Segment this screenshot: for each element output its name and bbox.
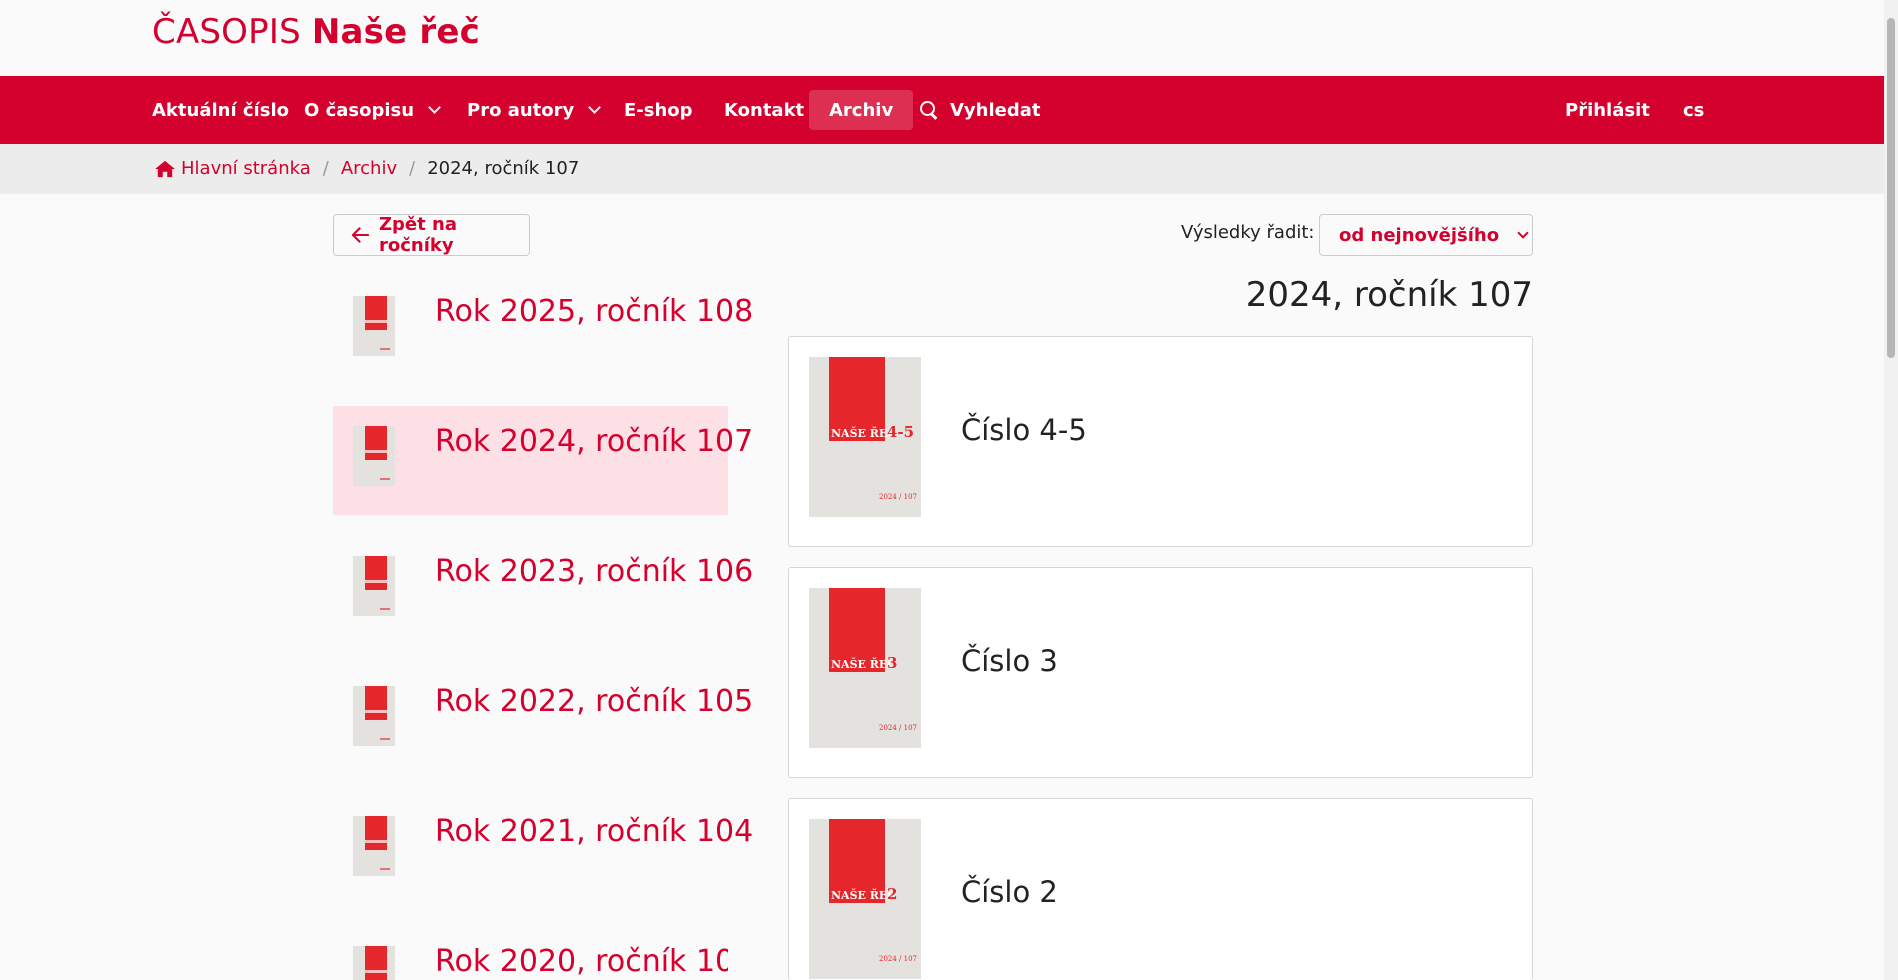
breadcrumb-separator: / <box>409 158 416 179</box>
nav-contact[interactable]: Kontakt <box>724 90 804 130</box>
breadcrumb-separator: / <box>322 158 329 179</box>
page-scrollbar[interactable] <box>1884 0 1898 980</box>
issue-cover-image: NAŠE ŘEČ 3 2024 / 107 <box>809 588 921 748</box>
cover-year: 2024 / 107 <box>879 493 917 501</box>
nav-label: Pro autory <box>467 99 575 121</box>
nav-search[interactable]: Vyhledat <box>920 90 1041 130</box>
brand-bar: ČASOPIS Naše řeč <box>0 0 1898 76</box>
issue-card[interactable]: NAŠE ŘEČ 3 2024 / 107 Číslo 3 <box>788 567 1533 778</box>
volume-label: Rok 2022, ročník 105 <box>435 684 754 719</box>
breadcrumb-current: 2024, ročník 107 <box>427 158 580 179</box>
chevron-down-icon <box>1517 226 1529 239</box>
volume-label: Rok 2025, ročník 108 <box>435 294 754 329</box>
language-label: cs <box>1683 99 1705 121</box>
login-label: Přihlásit <box>1565 99 1650 121</box>
nav-label: O časopisu <box>304 99 415 121</box>
breadcrumb-archive[interactable]: Archiv <box>341 158 397 179</box>
nav-eshop[interactable]: E-shop <box>624 90 693 130</box>
chevron-down-icon <box>428 101 441 114</box>
language-switcher[interactable]: cs <box>1683 90 1704 130</box>
volume-label: Rok 2024, ročník 107 <box>435 424 754 459</box>
main-navbar: Aktuální číslo O časopisu Pro autory E-s… <box>0 76 1884 144</box>
scrollbar-thumb[interactable] <box>1887 18 1895 358</box>
issue-cover-image: NAŠE ŘEČ 2 2024 / 107 <box>809 819 921 979</box>
site-logo[interactable]: ČASOPIS Naše řeč <box>152 12 480 52</box>
issue-card[interactable]: NAŠE ŘEČ 4-5 2024 / 107 Číslo 4-5 <box>788 336 1533 547</box>
volume-cover-thumbnail <box>353 946 395 980</box>
volume-title: 2024, ročník 107 <box>1245 275 1533 315</box>
volume-cover-thumbnail <box>353 686 395 746</box>
back-to-volumes-button[interactable]: Zpět na ročníky <box>333 214 530 256</box>
nav-current-issue[interactable]: Aktuální číslo <box>152 90 289 130</box>
issue-card[interactable]: NAŠE ŘEČ 2 2024 / 107 Číslo 2 <box>788 798 1533 980</box>
nav-label: E-shop <box>624 99 693 121</box>
volume-cover-thumbnail <box>353 426 395 486</box>
nav-archive[interactable]: Archiv <box>809 90 914 130</box>
breadcrumb-bar: Hlavní stránka / Archiv / 2024, ročník 1… <box>0 144 1884 194</box>
volume-label: Rok 2020, ročník 103 <box>435 944 728 979</box>
nav-label: Aktuální číslo <box>152 99 289 121</box>
volume-item[interactable]: Rok 2023, ročník 106 <box>333 536 753 645</box>
volume-cover-thumbnail <box>353 296 395 356</box>
home-icon <box>155 160 175 177</box>
volume-item[interactable]: Rok 2022, ročník 105 <box>333 666 753 775</box>
volume-item[interactable]: Rok 2020, ročník 103 <box>333 926 728 980</box>
sort-select[interactable]: od nejnovějšího <box>1319 214 1533 256</box>
cover-number: 2 <box>887 885 898 903</box>
sort-value: od nejnovějšího <box>1339 224 1500 246</box>
volume-cover-thumbnail <box>353 556 395 616</box>
nav-authors-dropdown[interactable]: Pro autory <box>467 90 602 130</box>
sort-label: Výsledky řadit: <box>1181 222 1315 243</box>
issue-cover-image: NAŠE ŘEČ 4-5 2024 / 107 <box>809 357 921 517</box>
arrow-left-icon <box>352 227 369 243</box>
volume-item-active[interactable]: Rok 2024, ročník 107 <box>333 406 753 515</box>
cover-year: 2024 / 107 <box>879 955 917 963</box>
nav-label: Vyhledat <box>950 99 1041 121</box>
issue-label[interactable]: Číslo 2 <box>961 875 1058 909</box>
nav-label: Archiv <box>829 99 894 121</box>
brand-prefix: ČASOPIS <box>152 12 301 52</box>
volume-item[interactable]: Rok 2025, ročník 108 <box>333 276 753 385</box>
login-link[interactable]: Přihlásit <box>1565 90 1650 130</box>
issue-label[interactable]: Číslo 3 <box>961 644 1058 678</box>
cover-number: 4-5 <box>887 423 915 441</box>
volume-item[interactable]: Rok 2021, ročník 104 <box>333 796 753 905</box>
nav-about-dropdown[interactable]: O časopisu <box>304 90 441 130</box>
cover-number: 3 <box>887 654 898 672</box>
breadcrumb-home[interactable]: Hlavní stránka <box>181 158 311 179</box>
nav-label: Kontakt <box>724 99 805 121</box>
chevron-down-icon <box>588 101 602 114</box>
cover-year: 2024 / 107 <box>879 724 917 732</box>
volume-label: Rok 2023, ročník 106 <box>435 554 754 589</box>
volume-cover-thumbnail <box>353 816 395 876</box>
brand-name: Naše řeč <box>311 12 480 52</box>
search-icon <box>920 101 938 119</box>
back-button-label: Zpět na ročníky <box>379 214 457 256</box>
issue-label[interactable]: Číslo 4-5 <box>961 413 1087 447</box>
volume-label: Rok 2021, ročník 104 <box>435 814 754 849</box>
breadcrumb: Hlavní stránka / Archiv / 2024, ročník 1… <box>154 158 579 179</box>
